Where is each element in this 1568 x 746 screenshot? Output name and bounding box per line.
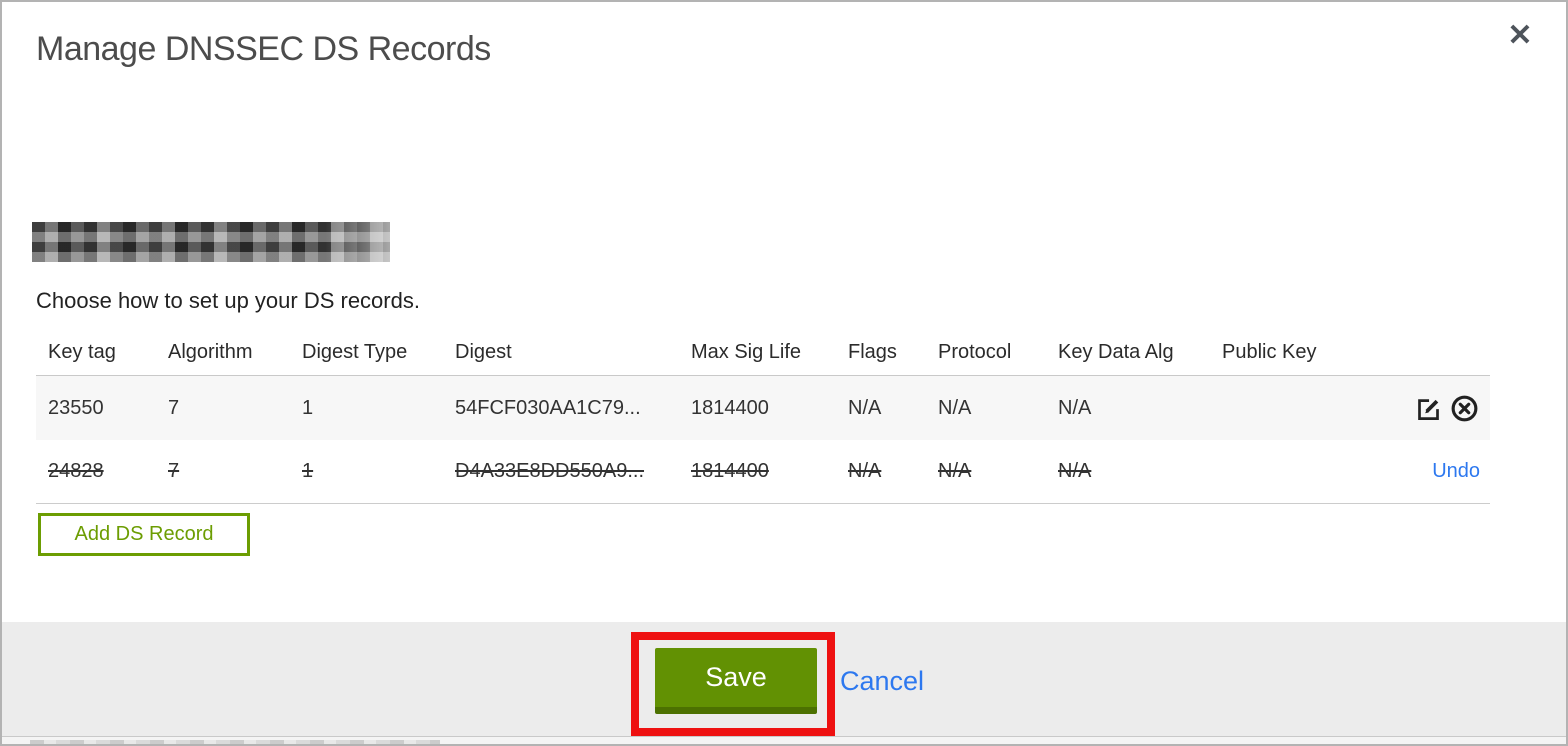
cell-protocol: N/A <box>938 396 972 419</box>
cell-max-sig-life: 1814400 <box>691 460 769 482</box>
column-header-public-key: Public Key <box>1222 341 1317 363</box>
pencil-square-icon <box>1415 395 1442 422</box>
cell-algorithm: 7 <box>168 396 180 419</box>
cell-key-tag: 24828 <box>48 460 104 482</box>
column-header-digest-type: Digest Type <box>302 341 408 363</box>
cell-digest: 54FCF030AA1C79... <box>455 396 641 419</box>
column-header-key-tag: Key tag <box>48 341 116 363</box>
table-header-row: Key tag Algorithm Digest Type Digest Max… <box>36 330 1490 376</box>
cell-flags: N/A <box>848 396 882 419</box>
instruction-text: Choose how to set up your DS records. <box>36 288 420 313</box>
column-header-digest: Digest <box>455 341 512 363</box>
circle-x-icon <box>1450 394 1479 423</box>
save-button[interactable]: Save <box>655 648 817 714</box>
column-header-algorithm: Algorithm <box>168 341 253 363</box>
background-page-remnant <box>30 740 440 744</box>
cell-key-tag: 23550 <box>48 396 104 419</box>
cell-key-data-alg: N/A <box>1058 460 1092 482</box>
cell-digest-type: 1 <box>302 396 314 419</box>
cell-key-data-alg: N/A <box>1058 396 1092 419</box>
row-actions <box>1360 392 1490 424</box>
dnssec-ds-records-dialog: Manage DNSSEC DS Records ✕ Choose how to… <box>0 0 1568 746</box>
cancel-link[interactable]: Cancel <box>840 666 924 697</box>
close-icon[interactable]: ✕ <box>1500 16 1540 56</box>
delete-record-button[interactable] <box>1448 392 1480 424</box>
row-actions: Undo <box>1360 460 1490 483</box>
table-row-deleted: 24828 7 1 D4A33E8DD550A9... 1814400 N/A … <box>36 440 1490 504</box>
cell-protocol: N/A <box>938 460 972 482</box>
ds-records-table: Key tag Algorithm Digest Type Digest Max… <box>36 330 1490 504</box>
column-header-key-data-alg: Key Data Alg <box>1058 341 1174 363</box>
page-title: Manage DNSSEC DS Records <box>36 30 491 68</box>
redacted-domain-name <box>32 222 390 262</box>
column-header-max-sig-life: Max Sig Life <box>691 341 802 363</box>
cell-algorithm: 7 <box>168 460 180 482</box>
column-header-protocol: Protocol <box>938 341 1012 363</box>
cell-digest: D4A33E8DD550A9... <box>455 460 645 482</box>
cell-max-sig-life: 1814400 <box>691 396 769 419</box>
add-ds-record-button[interactable]: Add DS Record <box>38 513 250 556</box>
column-header-flags: Flags <box>848 341 897 363</box>
edit-record-button[interactable] <box>1412 392 1444 424</box>
undo-link[interactable]: Undo <box>1432 460 1480 483</box>
cell-flags: N/A <box>848 460 882 482</box>
table-row: 23550 7 1 54FCF030AA1C79... 1814400 N/A … <box>36 376 1490 440</box>
cell-digest-type: 1 <box>302 460 314 482</box>
